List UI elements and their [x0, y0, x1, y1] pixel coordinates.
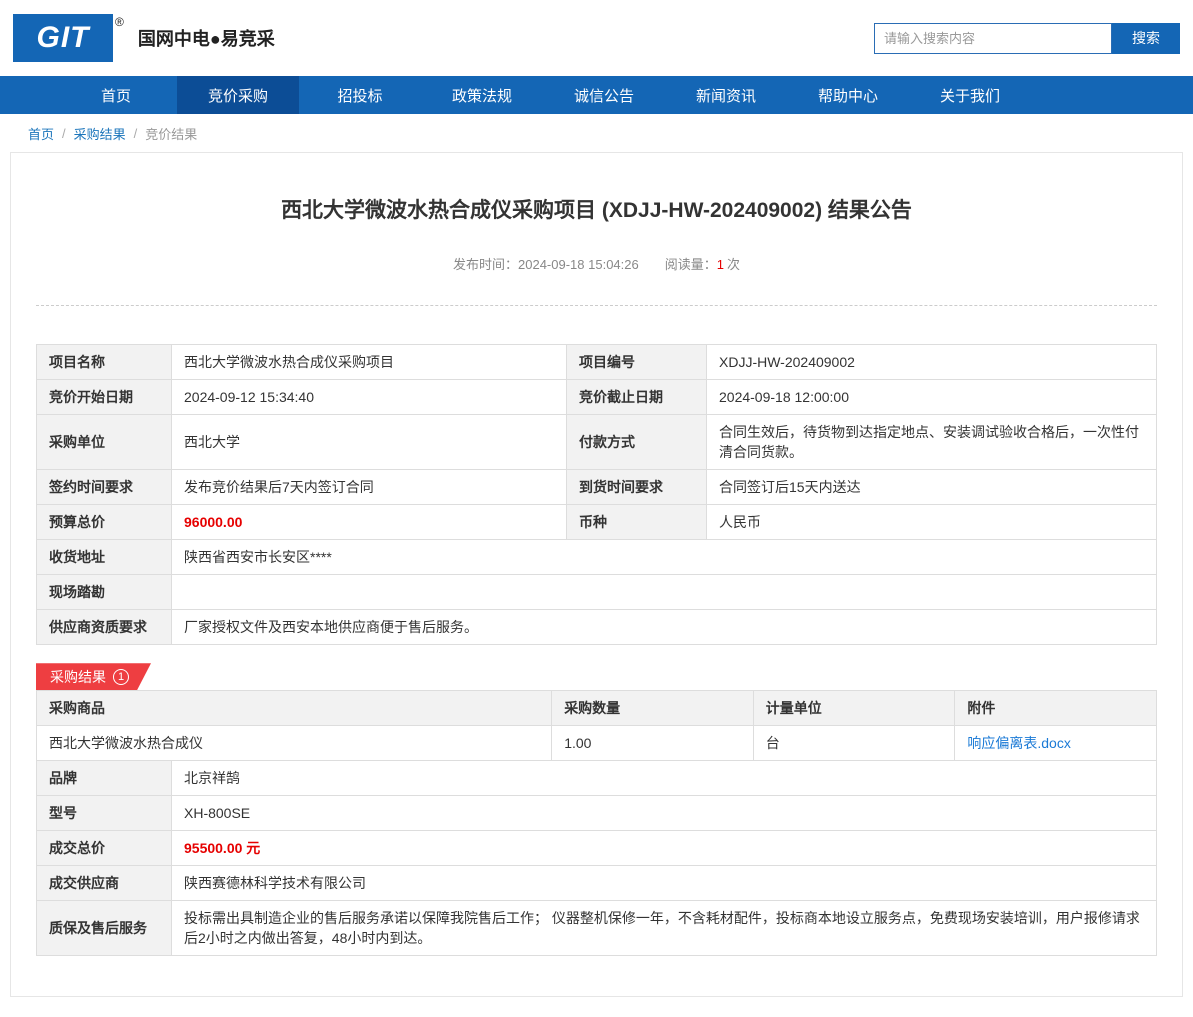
table-row: 品牌 北京祥鹄	[36, 760, 1157, 797]
result-items-table: 采购商品 采购数量 计量单位 附件 西北大学微波水热合成仪 1.00 台 响应偏…	[35, 690, 1157, 762]
field-value: 合同签订后15天内送达	[706, 469, 1157, 506]
field-value: 2024-09-18 12:00:00	[706, 379, 1157, 416]
nav-item-help-center[interactable]: 帮助中心	[787, 76, 909, 114]
logo-text: GIT	[13, 14, 113, 62]
field-value	[171, 574, 1157, 611]
field-value: 人民币	[706, 504, 1157, 541]
field-label: 项目编号	[566, 344, 707, 381]
table-row: 质保及售后服务 投标需出具制造企业的售后服务承诺以保障我院售后工作； 仪器整机保…	[36, 900, 1157, 957]
table-row: 供应商资质要求 厂家授权文件及西安本地供应商便于售后服务。	[36, 609, 1157, 646]
field-label: 竞价开始日期	[36, 379, 172, 416]
field-label: 现场踏勘	[36, 574, 172, 611]
table-row: 成交供应商 陕西赛德林科学技术有限公司	[36, 865, 1157, 902]
nav-item-home[interactable]: 首页	[55, 76, 177, 114]
column-header: 采购商品	[35, 690, 553, 727]
nav-item-bidding-procurement[interactable]: 竞价采购	[177, 76, 299, 114]
nav-item-about-us[interactable]: 关于我们	[909, 76, 1031, 114]
project-info-table: 项目名称 西北大学微波水热合成仪采购项目 项目编号 XDJJ-HW-202409…	[36, 344, 1157, 646]
nav-item-integrity-notices[interactable]: 诚信公告	[543, 76, 665, 114]
table-row: 采购单位 西北大学 付款方式 合同生效后，待货物到达指定地点、安装调试验收合格后…	[36, 414, 1157, 471]
field-value: 2024-09-12 15:34:40	[171, 379, 567, 416]
site-logo[interactable]: GIT ®	[13, 14, 124, 62]
field-label: 币种	[566, 504, 707, 541]
budget-total-price: 96000.00	[171, 504, 567, 541]
table-row: 竞价开始日期 2024-09-12 15:34:40 竞价截止日期 2024-0…	[36, 379, 1157, 416]
model-value: XH-800SE	[171, 795, 1157, 832]
field-label: 预算总价	[36, 504, 172, 541]
column-header: 附件	[954, 690, 1157, 727]
field-value: 西北大学	[171, 414, 567, 471]
publish-time-label: 发布时间：	[453, 257, 519, 273]
breadcrumb-home[interactable]: 首页	[28, 124, 54, 143]
procurement-result-section: 采购结果 1 采购商品 采购数量 计量单位 附件 西北大学微波水热合成仪 1.0…	[35, 663, 1157, 957]
winning-supplier: 陕西赛德林科学技术有限公司	[171, 865, 1157, 902]
main-nav: 首页 竞价采购 招投标 政策法规 诚信公告 新闻资讯 帮助中心 关于我们	[0, 76, 1193, 114]
table-row: 收货地址 陕西省西安市长安区****	[36, 539, 1157, 576]
table-row: 成交总价 95500.00 元	[36, 830, 1157, 867]
table-row: 型号 XH-800SE	[36, 795, 1157, 832]
result-badge-label: 采购结果	[50, 668, 106, 685]
field-label: 到货时间要求	[566, 469, 707, 506]
breadcrumb-separator: /	[133, 126, 138, 141]
column-header: 计量单位	[752, 690, 956, 727]
breadcrumb: 首页 / 采购结果 / 竞价结果	[0, 114, 1193, 152]
field-value: 发布竞价结果后7天内签订合同	[171, 469, 567, 506]
views-unit: 次	[726, 257, 740, 273]
page-title: 西北大学微波水热合成仪采购项目 (XDJJ-HW-202409002) 结果公告	[281, 199, 912, 222]
search-input[interactable]	[874, 22, 1112, 54]
site-title: 国网中电●易竞采	[137, 29, 275, 49]
column-header: 采购数量	[551, 690, 754, 727]
table-row: 现场踏勘	[36, 574, 1157, 611]
table-header-row: 采购商品 采购数量 计量单位 附件	[35, 690, 1157, 727]
field-label: 付款方式	[566, 414, 707, 471]
field-label: 收货地址	[36, 539, 172, 576]
attachment-link[interactable]: 响应偏离表.docx	[967, 735, 1070, 751]
warranty-service-value: 投标需出具制造企业的售后服务承诺以保障我院售后工作； 仪器整机保修一年，不含耗材…	[171, 900, 1157, 957]
content-card: 西北大学微波水热合成仪采购项目 (XDJJ-HW-202409002) 结果公告…	[10, 152, 1183, 998]
publish-time-value: 2024-09-18 15:04:26	[518, 257, 639, 273]
nav-item-policies[interactable]: 政策法规	[421, 76, 543, 114]
field-value: XDJJ-HW-202409002	[706, 344, 1157, 381]
nav-item-news[interactable]: 新闻资讯	[665, 76, 787, 114]
field-label: 项目名称	[36, 344, 172, 381]
field-value: 合同生效后，待货物到达指定地点、安装调试验收合格后，一次性付清合同货款。	[706, 414, 1157, 471]
dashed-divider	[36, 305, 1157, 307]
table-row: 预算总价 96000.00 币种 人民币	[36, 504, 1157, 541]
deal-total-price: 95500.00 元	[171, 830, 1157, 867]
product-name: 西北大学微波水热合成仪	[35, 725, 553, 762]
table-row: 西北大学微波水热合成仪 1.00 台 响应偏离表.docx	[35, 725, 1157, 762]
measure-unit: 台	[752, 725, 956, 762]
result-details-table: 品牌 北京祥鹄 型号 XH-800SE 成交总价 95500.00 元 成交供应…	[36, 760, 1157, 957]
project-info-table-wrap: 项目名称 西北大学微波水热合成仪采购项目 项目编号 XDJJ-HW-202409…	[36, 344, 1157, 646]
article-meta: 发布时间：2024-09-18 15:04:26 阅读量：1 次	[11, 254, 1182, 273]
result-badge: 采购结果 1	[36, 663, 151, 690]
site-header: GIT ® 国网中电●易竞采 搜索	[0, 0, 1193, 76]
field-label: 质保及售后服务	[36, 900, 172, 957]
field-value: 陕西省西安市长安区****	[171, 539, 1157, 576]
field-label: 供应商资质要求	[36, 609, 172, 646]
breadcrumb-section[interactable]: 采购结果	[74, 124, 126, 143]
table-row: 项目名称 西北大学微波水热合成仪采购项目 项目编号 XDJJ-HW-202409…	[36, 344, 1157, 381]
field-value: 西北大学微波水热合成仪采购项目	[171, 344, 567, 381]
field-value: 厂家授权文件及西安本地供应商便于售后服务。	[171, 609, 1157, 646]
search-bar: 搜索	[874, 22, 1180, 54]
breadcrumb-separator: /	[62, 126, 66, 141]
field-label: 成交总价	[36, 830, 172, 867]
field-label: 采购单位	[36, 414, 172, 471]
brand-value: 北京祥鹄	[171, 760, 1157, 797]
field-label: 品牌	[36, 760, 172, 797]
search-button[interactable]: 搜索	[1112, 22, 1180, 54]
registered-mark: ®	[115, 15, 124, 29]
field-label: 签约时间要求	[36, 469, 172, 506]
field-label: 竞价截止日期	[566, 379, 707, 416]
table-row: 签约时间要求 发布竞价结果后7天内签订合同 到货时间要求 合同签订后15天内送达	[36, 469, 1157, 506]
field-label: 型号	[36, 795, 172, 832]
field-label: 成交供应商	[36, 865, 172, 902]
purchase-quantity: 1.00	[551, 725, 754, 762]
views-label: 阅读量：	[664, 257, 717, 273]
nav-item-tendering[interactable]: 招投标	[299, 76, 421, 114]
badge-count: 1	[113, 669, 129, 685]
breadcrumb-current: 竞价结果	[145, 127, 198, 142]
views-count: 1	[716, 257, 724, 273]
